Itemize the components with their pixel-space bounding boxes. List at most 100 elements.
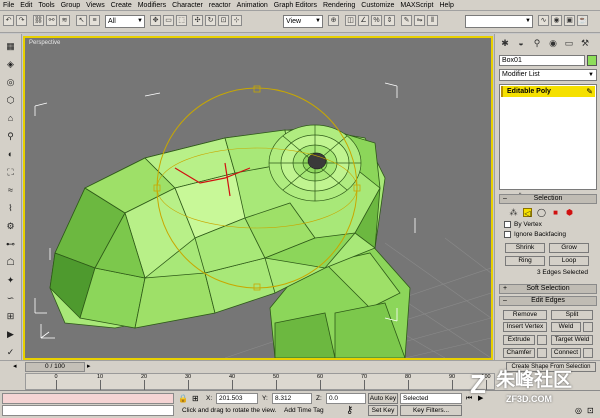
x-coordinate-field[interactable]: 201.503	[216, 393, 258, 404]
soft-selection-rollout-header[interactable]: + Soft Selection	[499, 284, 597, 294]
rope-icon[interactable]: ⚲	[4, 130, 17, 143]
menu-help[interactable]: Help	[439, 2, 453, 9]
time-slider[interactable]: 0 / 100	[25, 362, 85, 372]
chevron-right-icon[interactable]: ▸	[87, 362, 97, 372]
create-shape-button[interactable]: Create Shape From Selection	[506, 362, 596, 372]
hinge-icon[interactable]: ⚙	[4, 220, 17, 233]
render-setup-icon[interactable]: ▣	[564, 15, 575, 26]
extrude-settings-button[interactable]	[537, 335, 547, 345]
menu-create[interactable]: Create	[111, 2, 132, 9]
scale-icon[interactable]: ⊡	[218, 15, 229, 26]
target-weld-button[interactable]: Target Weld	[551, 335, 593, 345]
insert-vertex-button[interactable]: Insert Vertex	[503, 322, 547, 332]
select-move-icon[interactable]: ✥	[150, 15, 161, 26]
viewport-label[interactable]: Perspective	[29, 40, 60, 46]
key-icon[interactable]: ⚷	[346, 404, 364, 417]
auto-key-button[interactable]: Auto Key	[368, 393, 398, 404]
z-coordinate-field[interactable]: 0.0	[326, 393, 366, 404]
key-filters-button[interactable]: Key Filters...	[400, 405, 462, 416]
soft-body-icon[interactable]: ◐	[4, 148, 17, 161]
move-icon[interactable]: ✣	[192, 15, 203, 26]
selection-filter-select[interactable]: All ▼	[105, 15, 145, 28]
rigid-body-icon[interactable]: ⬡	[4, 94, 17, 107]
hierarchy-tab-icon[interactable]: ⚲	[531, 37, 543, 49]
connect-button[interactable]: Connect	[551, 348, 581, 358]
select-object-icon[interactable]: ↖	[76, 15, 87, 26]
grow-button[interactable]: Grow	[549, 243, 589, 253]
ring-button[interactable]: Ring	[505, 256, 545, 266]
maxscript-listener-input[interactable]	[2, 393, 174, 404]
extrude-button[interactable]: Extrude	[503, 335, 535, 345]
modifier-list-select[interactable]: Modifier List ▼	[499, 69, 597, 81]
menu-file[interactable]: File	[3, 2, 14, 9]
create-tab-icon[interactable]: ✱	[499, 37, 511, 49]
menu-graph-editors[interactable]: Graph Editors	[274, 2, 317, 9]
unlink-icon[interactable]: ⚯	[46, 15, 57, 26]
stack-item-editable-poly[interactable]: Editable Poly ✎	[501, 86, 595, 97]
maxscript-output[interactable]	[2, 405, 174, 416]
polygon-mode-icon[interactable]: ■	[551, 208, 560, 217]
chamfer-settings-button[interactable]	[537, 348, 547, 358]
undo-icon[interactable]: ↶	[3, 15, 14, 26]
menu-group[interactable]: Group	[61, 2, 80, 9]
menu-tools[interactable]: Tools	[38, 2, 54, 9]
weld-settings-button[interactable]	[583, 322, 593, 332]
weld-button[interactable]: Weld	[551, 322, 581, 332]
cloth-icon[interactable]: ⌂	[4, 112, 17, 125]
vertex-mode-icon[interactable]: ⁂	[509, 208, 518, 217]
material-editor-icon[interactable]: ◉	[551, 15, 562, 26]
chevron-left-icon[interactable]: ◂	[13, 362, 23, 372]
select-region-icon[interactable]: ▭	[163, 15, 174, 26]
connect-settings-button[interactable]	[583, 348, 593, 358]
menu-customize[interactable]: Customize	[361, 2, 394, 9]
analyze-icon[interactable]: ✓	[4, 346, 17, 359]
constraint-icon[interactable]: ⛶	[4, 166, 17, 179]
menu-views[interactable]: Views	[86, 2, 105, 9]
preview-icon[interactable]: ▶	[4, 328, 17, 341]
selection-rollout-header[interactable]: – Selection	[499, 194, 597, 204]
align-icon[interactable]: ⫴	[427, 15, 438, 26]
mirror-icon[interactable]: ⇋	[414, 15, 425, 26]
menu-character[interactable]: Character	[172, 2, 203, 9]
angle-snap-icon[interactable]: ∠	[358, 15, 369, 26]
menu-rendering[interactable]: Rendering	[323, 2, 355, 9]
split-button[interactable]: Split	[551, 310, 593, 320]
reference-coordinate-select[interactable]: View ▼	[283, 15, 323, 28]
select-manipulate-icon[interactable]: ⊹	[231, 15, 242, 26]
element-mode-icon[interactable]: ⬢	[565, 208, 574, 217]
utilities-tab-icon[interactable]: ⚒	[579, 37, 591, 49]
transform-type-in-icon[interactable]: ⊞	[192, 393, 202, 404]
fracture-icon[interactable]: ✦	[4, 274, 17, 287]
layers-icon[interactable]: ◈	[4, 58, 17, 71]
menu-modifiers[interactable]: Modifiers	[138, 2, 166, 9]
maximize-viewport-icon[interactable]: ⊡	[587, 405, 597, 416]
y-coordinate-field[interactable]: 8.312	[272, 393, 312, 404]
quick-render-icon[interactable]: ☕	[577, 15, 588, 26]
bind-space-warp-icon[interactable]: ≋	[59, 15, 70, 26]
pivot-center-icon[interactable]: ⊕	[328, 15, 339, 26]
motion-tab-icon[interactable]: ◉	[547, 37, 559, 49]
loop-button[interactable]: Loop	[549, 256, 589, 266]
edit-edges-rollout-header[interactable]: – Edit Edges	[499, 296, 597, 306]
add-time-tag[interactable]: Add Time Tag	[284, 406, 324, 415]
scene-explorer-icon[interactable]: ▦	[4, 40, 17, 53]
border-mode-icon[interactable]: ◯	[537, 208, 546, 217]
by-vertex-checkbox[interactable]	[504, 221, 511, 228]
ignore-backfacing-checkbox[interactable]	[504, 231, 511, 238]
spring-icon[interactable]: ⌇	[4, 202, 17, 215]
spinner-snap-icon[interactable]: ⇕	[384, 15, 395, 26]
menu-edit[interactable]: Edit	[20, 2, 32, 9]
point-to-point-icon[interactable]: ⊷	[4, 238, 17, 251]
edit-named-selection-icon[interactable]: ✎	[401, 15, 412, 26]
rotate-icon[interactable]: ↻	[205, 15, 216, 26]
reactor-icon[interactable]: ◎	[4, 76, 17, 89]
chamfer-button[interactable]: Chamfer	[503, 348, 535, 358]
redo-icon[interactable]: ↷	[16, 15, 27, 26]
curve-editor-icon[interactable]: ∿	[538, 15, 549, 26]
stack-expand-icon[interactable]	[501, 86, 503, 97]
water-icon[interactable]: ∽	[4, 292, 17, 305]
perspective-viewport[interactable]: Perspective	[23, 36, 493, 360]
display-tab-icon[interactable]: ▭	[563, 37, 575, 49]
play-icon[interactable]: ▶	[478, 393, 488, 404]
modify-tab-icon[interactable]: ◒	[515, 37, 527, 49]
